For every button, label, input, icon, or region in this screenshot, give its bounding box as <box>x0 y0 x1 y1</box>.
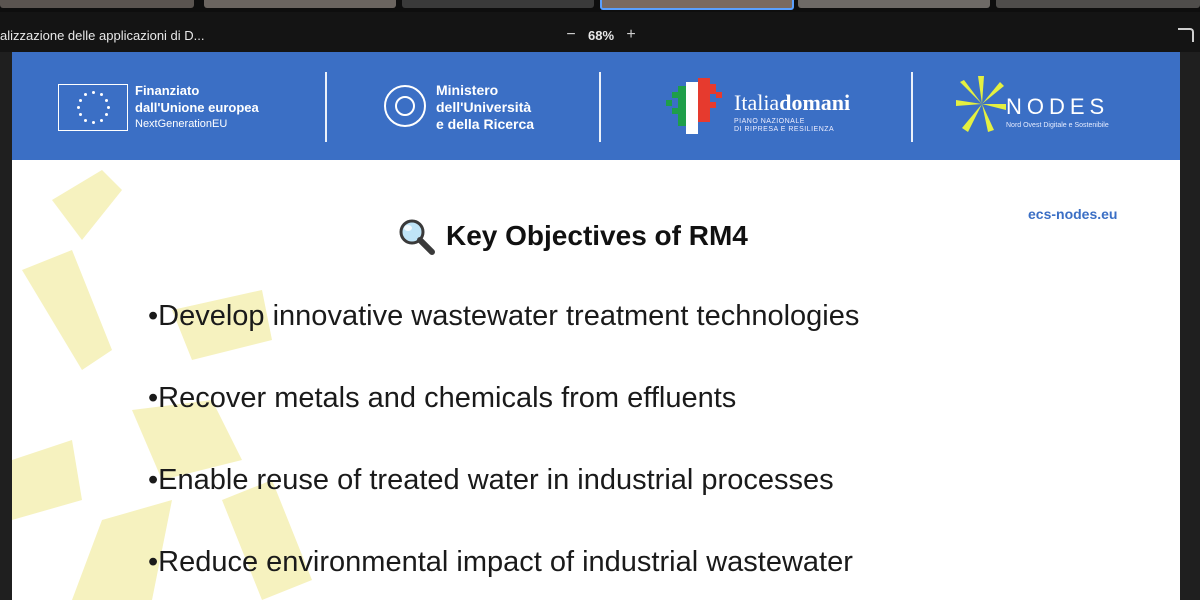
eu-logo-text: Finanziato dall'Unione europea NextGener… <box>135 82 259 133</box>
website-link[interactable]: ecs-nodes.eu <box>1028 206 1117 222</box>
italia-domani-pixel-flag-icon <box>666 78 722 134</box>
shared-slide: Finanziato dall'Unione europea NextGener… <box>12 52 1180 600</box>
mur-line3: e della Ricerca <box>436 116 535 132</box>
zoom-level: 68% <box>588 27 615 43</box>
italia-sub2: DI RIPRESA E RESILIENZA <box>734 126 835 133</box>
participant-thumbnail-active[interactable] <box>600 0 794 10</box>
list-item: •Recover metals and chemicals from efflu… <box>148 382 737 414</box>
italia-name-regular: Italia <box>734 90 780 115</box>
participant-thumbnail[interactable] <box>0 0 194 8</box>
italia-domani-logo-text: Italiadomani <box>734 90 850 116</box>
participant-strip <box>0 0 1200 12</box>
mur-line1: Ministero <box>436 82 499 98</box>
objectives-list: •Develop innovative wastewater treatment… <box>148 296 859 600</box>
participant-thumbnail[interactable] <box>996 0 1200 8</box>
eu-line2: dall'Unione europea <box>135 100 259 115</box>
popout-icon[interactable] <box>1178 28 1194 42</box>
eu-line3: NextGenerationEU <box>135 118 228 130</box>
zoom-in-button[interactable]: + <box>620 26 642 44</box>
logo-divider <box>599 72 601 142</box>
list-item: •Reduce environmental impact of industri… <box>148 546 853 578</box>
participant-thumbnail[interactable] <box>402 0 594 8</box>
logo-banner: Finanziato dall'Unione europea NextGener… <box>12 52 1180 160</box>
eu-line1: Finanziato <box>135 83 200 98</box>
participant-thumbnail[interactable] <box>798 0 990 8</box>
list-item: •Enable reuse of treated water in indust… <box>148 464 834 496</box>
shared-window-title: alizzazione delle applicazioni di D... <box>0 28 205 43</box>
nodes-star-icon <box>956 76 1006 132</box>
slide-title-row: Key Objectives of RM4 <box>396 216 748 256</box>
zoom-controls: − 68% + <box>560 26 642 44</box>
italian-republic-seal-icon <box>384 85 426 127</box>
slide-title: Key Objectives of RM4 <box>446 220 748 251</box>
share-toolbar: alizzazione delle applicazioni di D... −… <box>0 12 1200 52</box>
italia-domani-subtitle: PIANO NAZIONALE DI RIPRESA E RESILIENZA <box>734 118 834 134</box>
nodes-subtitle: Nord Ovest Digitale e Sostenibile <box>1006 122 1109 129</box>
participant-thumbnail[interactable] <box>204 0 396 8</box>
mur-logo-text: Ministero dell'Università e della Ricerc… <box>436 82 534 133</box>
zoom-out-button[interactable]: − <box>560 26 582 44</box>
eu-flag-icon <box>58 84 128 131</box>
italia-name-bold: domani <box>779 90 851 115</box>
list-item: •Develop innovative wastewater treatment… <box>148 300 860 332</box>
logo-divider <box>911 72 913 142</box>
mur-line2: dell'Università <box>436 99 532 115</box>
italia-sub1: PIANO NAZIONALE <box>734 118 805 125</box>
magnifying-glass-icon <box>399 219 435 255</box>
nodes-logo-text: NODES <box>1006 94 1110 119</box>
logo-divider <box>325 72 327 142</box>
